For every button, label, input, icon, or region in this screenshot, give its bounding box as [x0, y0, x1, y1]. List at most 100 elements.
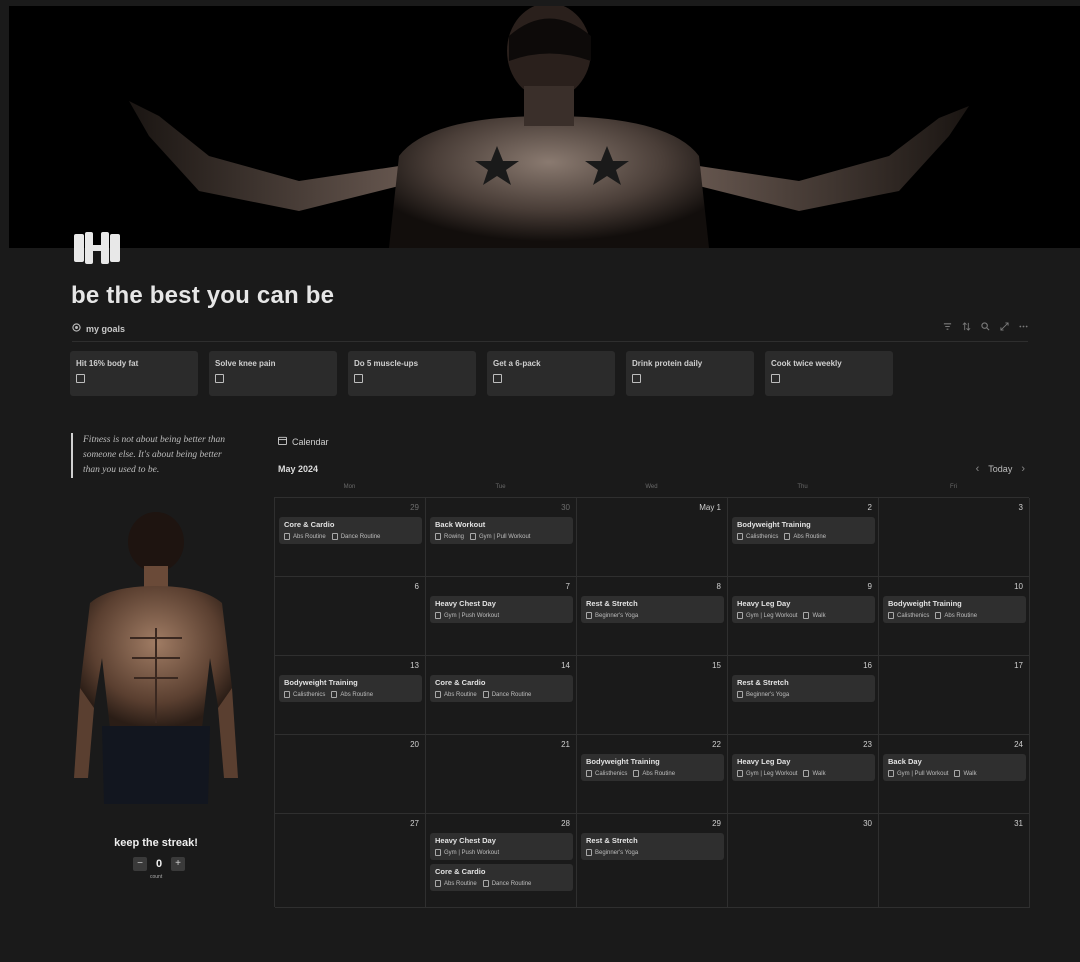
calendar-day-cell[interactable]: 15: [577, 656, 728, 735]
calendar-event[interactable]: Heavy Chest Day Gym | Push Workout: [430, 833, 573, 860]
calendar-day-cell[interactable]: 14 Core & Cardio Abs Routine Dance Routine: [426, 656, 577, 735]
relation-tag[interactable]: Abs Routine: [784, 533, 826, 540]
goal-checkbox[interactable]: [76, 374, 85, 383]
calendar-event[interactable]: Heavy Leg Day Gym | Leg Workout Walk: [732, 596, 875, 623]
relation-tag[interactable]: Abs Routine: [331, 691, 373, 698]
calendar-day-cell[interactable]: 2 Bodyweight Training Calisthenics Abs Rout…: [728, 498, 879, 577]
relation-tag[interactable]: Calisthenics: [284, 691, 325, 698]
relation-tag[interactable]: Beginner's Yoga: [737, 691, 789, 698]
calendar-day-cell[interactable]: 8 Rest & Stretch Beginner's Yoga: [577, 577, 728, 656]
relation-tag[interactable]: Rowing: [435, 533, 464, 540]
goal-card[interactable]: Solve knee pain: [209, 351, 337, 396]
relation-tag[interactable]: Abs Routine: [935, 612, 977, 619]
calendar-event[interactable]: Core & Cardio Abs Routine Dance Routine: [430, 675, 573, 702]
goal-card[interactable]: Drink protein daily: [626, 351, 754, 396]
calendar-event[interactable]: Back Workout Rowing Gym | Pull Workout: [430, 517, 573, 544]
relation-tag[interactable]: Abs Routine: [435, 880, 477, 887]
more-icon[interactable]: [1019, 322, 1028, 334]
calendar-day-cell[interactable]: 6: [275, 577, 426, 656]
goals-db-title[interactable]: my goals: [72, 323, 125, 334]
goal-checkbox[interactable]: [632, 374, 641, 383]
event-relations: Rowing Gym | Pull Workout: [435, 533, 568, 540]
calendar-event[interactable]: Rest & Stretch Beginner's Yoga: [581, 833, 724, 860]
calendar-event[interactable]: Rest & Stretch Beginner's Yoga: [732, 675, 875, 702]
calendar-day-cell[interactable]: 29 Rest & Stretch Beginner's Yoga: [577, 814, 728, 908]
goal-checkbox[interactable]: [493, 374, 502, 383]
relation-tag[interactable]: Abs Routine: [284, 533, 326, 540]
calendar-event[interactable]: Bodyweight Training Calisthenics Abs Routi…: [279, 675, 422, 702]
calendar-day-cell[interactable]: 10 Bodyweight Training Calisthenics Abs Rou…: [879, 577, 1030, 656]
relation-tag[interactable]: Gym | Push Workout: [435, 849, 499, 856]
chevron-right-icon[interactable]: ›: [1021, 463, 1025, 475]
relation-tag[interactable]: Beginner's Yoga: [586, 849, 638, 856]
calendar-day-cell[interactable]: 20: [275, 735, 426, 814]
goal-checkbox[interactable]: [354, 374, 363, 383]
relation-tag[interactable]: Gym | Leg Workout: [737, 770, 797, 777]
calendar-day-cell[interactable]: 17: [879, 656, 1030, 735]
search-icon[interactable]: [981, 322, 990, 334]
relation-tag[interactable]: Calisthenics: [737, 533, 778, 540]
goal-card[interactable]: Cook twice weekly: [765, 351, 893, 396]
calendar-day-cell[interactable]: 21: [426, 735, 577, 814]
calendar-event[interactable]: Bodyweight Training Calisthenics Abs Routi…: [732, 517, 875, 544]
decrement-button[interactable]: −: [133, 857, 147, 871]
calendar-day-cell[interactable]: 7 Heavy Chest Day Gym | Push Workout: [426, 577, 577, 656]
relation-tag[interactable]: Gym | Pull Workout: [470, 533, 530, 540]
calendar-day-cell[interactable]: 24 Back Day Gym | Pull Workout Walk: [879, 735, 1030, 814]
chevron-left-icon[interactable]: ‹: [976, 463, 980, 475]
calendar-event[interactable]: Core & Cardio Abs Routine Dance Routine: [279, 517, 422, 544]
goal-card[interactable]: Do 5 muscle-ups: [348, 351, 476, 396]
relation-tag[interactable]: Beginner's Yoga: [586, 612, 638, 619]
calendar-view-tab[interactable]: Calendar: [278, 436, 329, 447]
sort-icon[interactable]: [962, 322, 971, 334]
relation-tag[interactable]: Gym | Pull Workout: [888, 770, 948, 777]
calendar-event[interactable]: Bodyweight Training Calisthenics Abs Routi…: [883, 596, 1026, 623]
relation-tag[interactable]: Dance Routine: [482, 880, 532, 887]
relation-tag[interactable]: Dance Routine: [482, 691, 531, 698]
today-button[interactable]: Today: [988, 464, 1012, 474]
calendar-day-cell[interactable]: 3: [879, 498, 1030, 577]
relation-tag[interactable]: Walk: [803, 612, 826, 619]
page-title[interactable]: be the best you can be: [71, 282, 334, 310]
goal-checkbox[interactable]: [771, 374, 780, 383]
relation-tag[interactable]: Gym | Push Workout: [435, 612, 499, 619]
calendar-event[interactable]: Back Day Gym | Pull Workout Walk: [883, 754, 1026, 781]
relation-label: Abs Routine: [944, 612, 978, 619]
calendar-day-cell[interactable]: 30: [728, 814, 879, 908]
relation-tag[interactable]: Walk: [803, 770, 826, 777]
calendar-day-cell[interactable]: 22 Bodyweight Training Calisthenics Abs Rou…: [577, 735, 728, 814]
relation-tag[interactable]: Calisthenics: [586, 770, 627, 777]
page-icon: [470, 533, 477, 540]
relation-label: Abs Routine: [293, 533, 326, 540]
calendar-day-cell[interactable]: 13 Bodyweight Training Calisthenics Abs Rou…: [275, 656, 426, 735]
relation-tag[interactable]: Gym | Leg Workout: [737, 612, 797, 619]
calendar-day-cell[interactable]: 28 Heavy Chest Day Gym | Push Workout Core …: [426, 814, 577, 908]
calendar-day-cell[interactable]: May 1: [577, 498, 728, 577]
relation-tag[interactable]: Walk: [954, 770, 977, 777]
calendar-day-cell[interactable]: 30 Back Workout Rowing Gym | Pull Workout: [426, 498, 577, 577]
calendar-event[interactable]: Core & Cardio Abs Routine Dance Routine: [430, 864, 573, 891]
calendar-day-cell[interactable]: 29 Core & Cardio Abs Routine Dance Routine: [275, 498, 426, 577]
relation-tag[interactable]: Abs Routine: [435, 691, 477, 698]
calendar-day-cell[interactable]: 16 Rest & Stretch Beginner's Yoga: [728, 656, 879, 735]
dumbbell-icon[interactable]: [72, 228, 122, 268]
goal-card[interactable]: Get a 6-pack: [487, 351, 615, 396]
relation-label: Dance Routine: [491, 880, 532, 887]
expand-icon[interactable]: [1000, 322, 1009, 334]
calendar-day-cell[interactable]: 27: [275, 814, 426, 908]
page-icon: [633, 770, 640, 777]
increment-button[interactable]: +: [171, 857, 185, 871]
calendar-event[interactable]: Heavy Leg Day Gym | Leg Workout Walk: [732, 754, 875, 781]
calendar-event[interactable]: Rest & Stretch Beginner's Yoga: [581, 596, 724, 623]
relation-tag[interactable]: Dance Routine: [331, 533, 380, 540]
goal-card[interactable]: Hit 16% body fat: [70, 351, 198, 396]
relation-tag[interactable]: Calisthenics: [888, 612, 929, 619]
relation-tag[interactable]: Abs Routine: [633, 770, 675, 777]
calendar-event[interactable]: Heavy Chest Day Gym | Push Workout: [430, 596, 573, 623]
calendar-day-cell[interactable]: 9 Heavy Leg Day Gym | Leg Workout Walk: [728, 577, 879, 656]
filter-icon[interactable]: [943, 322, 952, 334]
goal-checkbox[interactable]: [215, 374, 224, 383]
calendar-day-cell[interactable]: 23 Heavy Leg Day Gym | Leg Workout Walk: [728, 735, 879, 814]
calendar-day-cell[interactable]: 31: [879, 814, 1030, 908]
calendar-event[interactable]: Bodyweight Training Calisthenics Abs Routi…: [581, 754, 724, 781]
